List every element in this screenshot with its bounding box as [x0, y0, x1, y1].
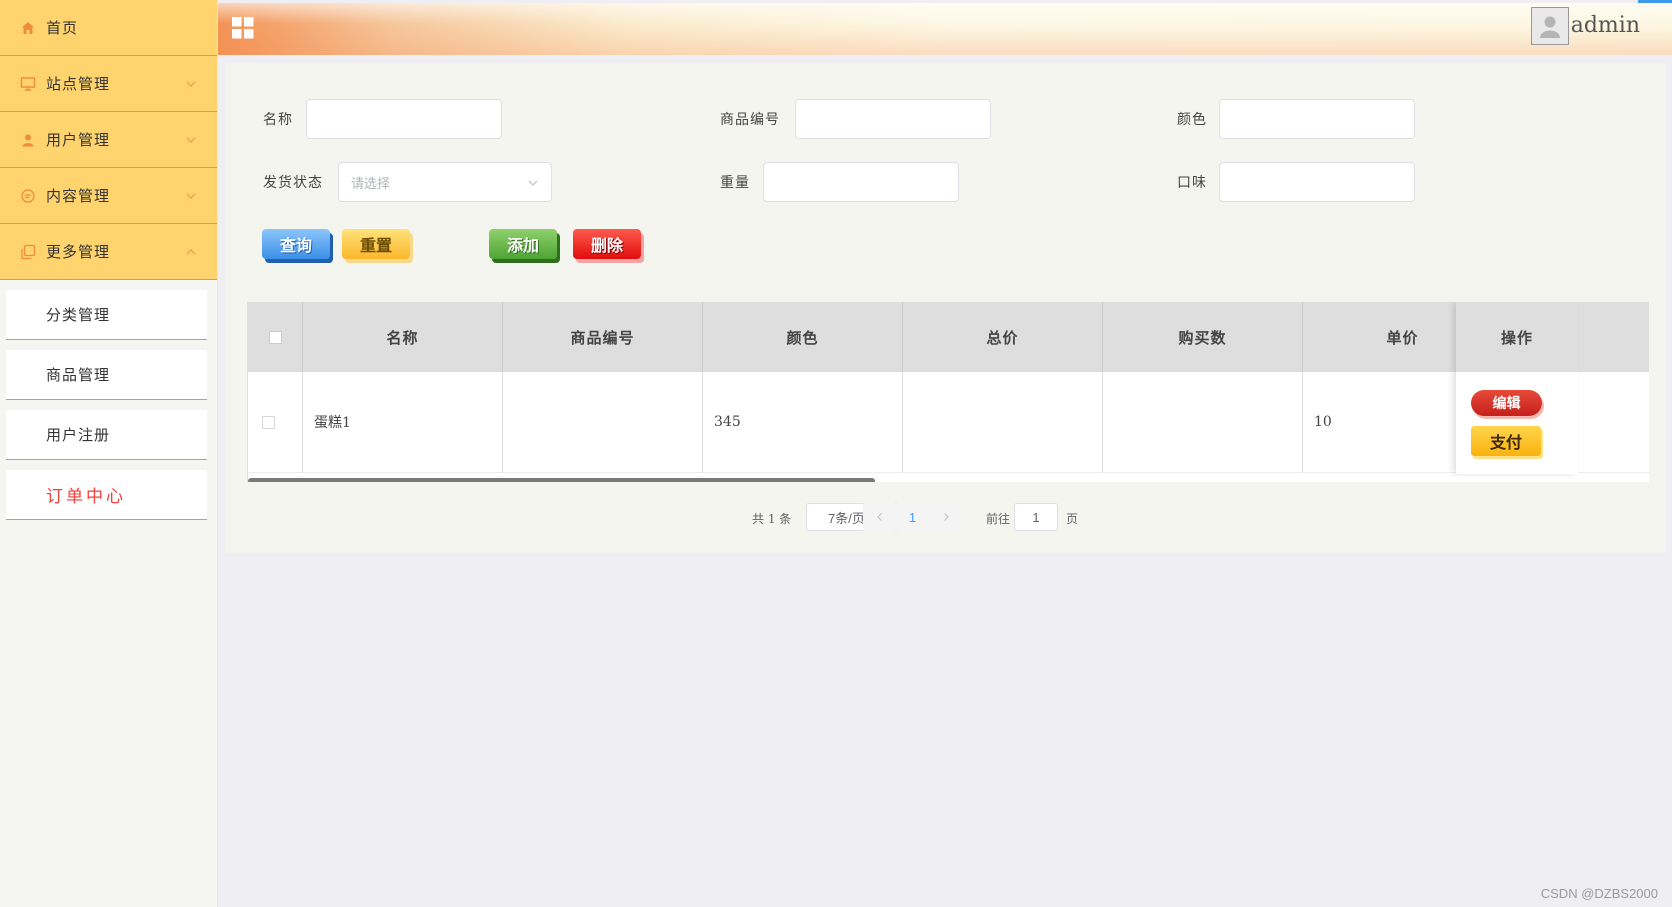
row-checkbox[interactable] [262, 415, 275, 429]
goto-label: 前往 [986, 512, 1011, 526]
col-header-color[interactable]: 颜色 [703, 302, 903, 372]
operations-column: 操作 编辑 支付 [1456, 302, 1578, 474]
table-row[interactable]: 蛋糕1 345 10 [248, 372, 1649, 473]
weight-input[interactable] [763, 162, 959, 202]
page-suffix: 页 [1066, 512, 1079, 526]
copy-icon [20, 244, 36, 260]
sidebar: 首页 站点管理 用户管理 内容管理 更多管理 分类管理 商品管理 用户注册 订单… [0, 0, 218, 907]
sidebar-item-label: 内容管理 [46, 187, 111, 205]
sidebar-subitem-goods[interactable]: 商品管理 [6, 350, 207, 400]
horizontal-scrollbar[interactable] [248, 478, 875, 482]
cell-code [503, 372, 703, 473]
sidebar-item-home[interactable]: 首页 [0, 0, 217, 56]
home-icon [20, 20, 36, 36]
avatar[interactable] [1531, 7, 1569, 45]
row-select-cell [248, 372, 303, 473]
chevron-down-icon [186, 81, 196, 87]
goto-page-input[interactable] [1014, 503, 1058, 531]
monitor-icon [20, 76, 36, 92]
username[interactable]: admin [1571, 13, 1640, 38]
col-header-name[interactable]: 名称 [303, 302, 503, 372]
ship-status-select[interactable]: 请选择 [338, 162, 552, 202]
name-label: 名称 [263, 112, 293, 128]
orders-table: 名称 商品编号 颜色 总价 购买数 单价 蛋糕1 345 10 操作 编辑 支付 [247, 302, 1649, 482]
code-label: 商品编号 [720, 112, 780, 128]
top-header: admin [218, 3, 1672, 55]
sidebar-item-label: 站点管理 [46, 75, 111, 93]
chevron-right-icon [943, 513, 949, 521]
sidebar-item-label: 更多管理 [46, 243, 111, 261]
user-icon [20, 132, 36, 148]
pagination-total: 共 1 条 [752, 512, 792, 526]
submenu: 分类管理 商品管理 用户注册 订单中心 [0, 280, 217, 520]
taste-input[interactable] [1219, 162, 1415, 202]
select-all-checkbox[interactable] [268, 330, 282, 344]
reset-button[interactable]: 重置 [342, 229, 410, 259]
chevron-down-icon [186, 137, 196, 143]
edit-button[interactable]: 编辑 [1471, 390, 1542, 416]
name-input[interactable] [306, 99, 502, 139]
taste-label: 口味 [1177, 175, 1207, 191]
chevron-left-icon [876, 513, 882, 521]
page-number-current[interactable]: 1 [896, 503, 929, 531]
page-size-value: 7条/页 [828, 510, 865, 526]
sidebar-subitem-category[interactable]: 分类管理 [6, 290, 207, 340]
sidebar-subitem-orders[interactable]: 订单中心 [6, 470, 207, 520]
ship-status-label: 发货状态 [263, 175, 323, 191]
select-all-cell [248, 302, 303, 372]
watermark: CSDN @DZBS2000 [1540, 886, 1658, 901]
next-page-button[interactable] [929, 503, 962, 531]
cell-total [903, 372, 1103, 473]
add-button[interactable]: 添加 [489, 229, 557, 259]
cell-color: 345 [703, 372, 903, 473]
code-input[interactable] [795, 99, 991, 139]
cell-name: 蛋糕1 [303, 372, 503, 473]
weight-label: 重量 [720, 175, 750, 191]
chevron-down-icon [186, 193, 196, 199]
sidebar-item-more[interactable]: 更多管理 [0, 224, 217, 280]
sidebar-item-label: 用户管理 [46, 131, 111, 149]
col-header-ops: 操作 [1456, 302, 1578, 372]
sidebar-item-users[interactable]: 用户管理 [0, 112, 217, 168]
sidebar-item-content[interactable]: 内容管理 [0, 168, 217, 224]
table-header: 名称 商品编号 颜色 总价 购买数 单价 [248, 302, 1649, 372]
chevron-down-icon [528, 180, 538, 186]
chat-icon [20, 188, 36, 204]
color-input[interactable] [1219, 99, 1415, 139]
pay-button[interactable]: 支付 [1471, 426, 1541, 456]
ops-cell: 编辑 支付 [1456, 372, 1578, 473]
col-header-code[interactable]: 商品编号 [503, 302, 703, 372]
sidebar-subitem-register[interactable]: 用户注册 [6, 410, 207, 460]
ship-status-placeholder: 请选择 [351, 175, 391, 191]
chevron-up-icon [186, 248, 196, 254]
col-header-qty[interactable]: 购买数 [1103, 302, 1303, 372]
color-label: 颜色 [1177, 112, 1207, 128]
query-button[interactable]: 查询 [262, 229, 330, 259]
prev-page-button[interactable] [863, 503, 896, 531]
sidebar-item-site[interactable]: 站点管理 [0, 56, 217, 112]
main-panel: 名称 商品编号 颜色 发货状态 请选择 重量 口味 查询 重置 添加 删除 名称… [226, 63, 1666, 553]
col-header-total[interactable]: 总价 [903, 302, 1103, 372]
delete-button[interactable]: 删除 [573, 229, 641, 259]
sidebar-item-label: 首页 [46, 19, 79, 37]
grid-menu-icon[interactable] [231, 16, 255, 40]
user-avatar-icon [1540, 16, 1560, 38]
cell-qty [1103, 372, 1303, 473]
